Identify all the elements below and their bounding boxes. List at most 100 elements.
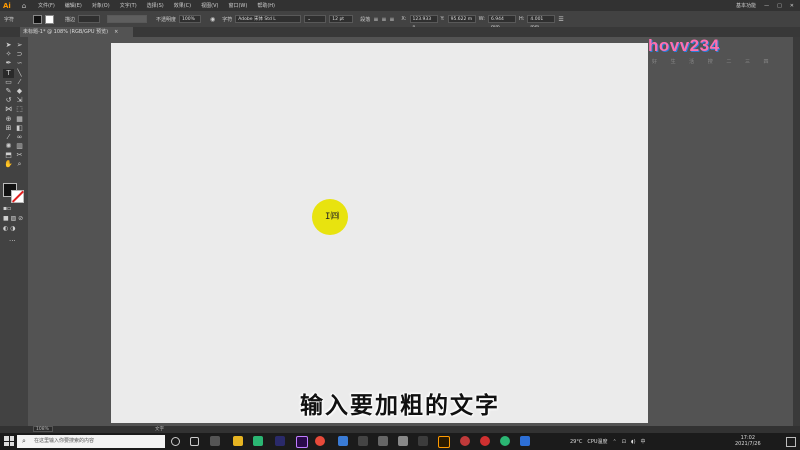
premiere-icon[interactable] xyxy=(296,436,308,448)
fill-swatch[interactable] xyxy=(33,14,42,24)
font-style-field[interactable]: ⌄ xyxy=(304,15,327,23)
ime-indicator[interactable]: 中 xyxy=(641,438,646,445)
file-explorer-icon[interactable] xyxy=(233,436,243,446)
rotate-tool-icon[interactable]: ↺ xyxy=(3,96,14,105)
tool-label: 字符 xyxy=(4,16,15,23)
taskbar-app-icon[interactable] xyxy=(253,436,263,446)
minimize-icon[interactable]: — xyxy=(764,3,769,9)
stroke-swatch[interactable] xyxy=(45,14,54,24)
taskbar-app-icon[interactable] xyxy=(520,436,530,446)
more-tools-icon[interactable]: ··· xyxy=(9,237,16,245)
font-family-field[interactable]: Adobe 宋体 Std L xyxy=(235,15,302,23)
taskbar-app-icon[interactable] xyxy=(460,436,470,446)
para-label[interactable]: 段落 xyxy=(360,16,370,23)
menu-object[interactable]: 对象(O) xyxy=(92,2,110,9)
taskbar-app-icon[interactable] xyxy=(398,436,408,446)
more-options-icon[interactable]: ☰ xyxy=(558,16,563,23)
x-field[interactable]: 123.933 n xyxy=(409,15,438,30)
direct-selection-tool-icon[interactable]: ➢ xyxy=(14,41,25,50)
h-field[interactable]: 4.001 mm xyxy=(527,15,556,30)
scale-tool-icon[interactable]: ⇲ xyxy=(14,96,25,105)
notifications-icon[interactable] xyxy=(786,437,796,447)
taskbar-app-icon[interactable] xyxy=(358,436,368,446)
menu-help[interactable]: 帮助(H) xyxy=(257,2,275,9)
align-right-icon[interactable]: ≡ xyxy=(389,16,394,23)
hand-tool-icon[interactable]: ✋ xyxy=(3,160,14,169)
symbol-sprayer-tool-icon[interactable]: ✺ xyxy=(3,142,14,151)
shape-builder-tool-icon[interactable]: ⊕ xyxy=(3,115,14,124)
curvature-tool-icon[interactable]: ∽ xyxy=(14,59,25,68)
width-tool-icon[interactable]: ⋈ xyxy=(3,105,14,114)
menu-file[interactable]: 文件(F) xyxy=(38,2,55,9)
color-mode-icons[interactable]: ■ ▨ ⊘ xyxy=(3,215,23,222)
taskbar-app-icon[interactable] xyxy=(418,436,428,446)
artboard[interactable] xyxy=(111,43,648,423)
document-tab[interactable]: 未标题-1* @ 108% (RGB/GPU 预览) × xyxy=(20,27,133,37)
y-field[interactable]: 95.622 m xyxy=(447,15,476,23)
stroke-weight-field[interactable] xyxy=(78,15,101,23)
rectangle-tool-icon[interactable]: ▭ xyxy=(3,78,14,87)
align-left-icon[interactable]: ≡ xyxy=(373,16,378,23)
taskbar-app-icon[interactable] xyxy=(275,436,285,446)
tray-chevron-icon[interactable]: ⌃ xyxy=(613,439,617,445)
font-size-field[interactable]: 12 pt xyxy=(329,15,354,23)
taskbar-app-icon[interactable] xyxy=(480,436,490,446)
zoom-field[interactable]: 108% xyxy=(33,426,53,432)
taskbar-app-icon[interactable] xyxy=(210,436,220,446)
perspective-grid-tool-icon[interactable]: ▦ xyxy=(14,115,25,124)
windows-start-icon[interactable] xyxy=(4,436,14,446)
cpu-temp-label[interactable]: CPU温度 xyxy=(587,438,607,445)
weather-temp[interactable]: 29°C xyxy=(570,439,582,445)
opacity-field[interactable]: 100% xyxy=(179,15,202,23)
wechat-icon[interactable] xyxy=(500,436,510,446)
w-field[interactable]: 6.944 mm xyxy=(487,15,516,30)
menu-view[interactable]: 视图(V) xyxy=(201,2,218,9)
taskbar-app-icon[interactable] xyxy=(378,436,388,446)
selection-tool-icon[interactable]: ➤ xyxy=(3,41,14,50)
paintbrush-tool-icon[interactable]: ⁄ xyxy=(14,78,25,87)
eyedropper-tool-icon[interactable]: ⁄ xyxy=(3,133,14,142)
taskbar-app-icon[interactable] xyxy=(338,436,348,446)
line-tool-icon[interactable]: ╲ xyxy=(14,69,25,78)
menu-window[interactable]: 窗口(W) xyxy=(228,2,247,9)
home-icon[interactable]: ⌂ xyxy=(15,2,33,10)
maximize-icon[interactable]: □ xyxy=(777,3,782,9)
taskbar-clock[interactable]: 17:02 2021/7/26 xyxy=(735,435,761,447)
pen-tool-icon[interactable]: ✒ xyxy=(3,59,14,68)
lasso-tool-icon[interactable]: ⊃ xyxy=(14,50,25,59)
close-tab-icon[interactable]: × xyxy=(114,29,118,35)
graph-tool-icon[interactable]: ▥ xyxy=(14,142,25,151)
task-view-icon[interactable] xyxy=(190,437,199,446)
magic-wand-tool-icon[interactable]: ✧ xyxy=(3,50,14,59)
default-colors-icon[interactable]: ▪▫ xyxy=(3,205,11,212)
menu-type[interactable]: 文字(T) xyxy=(120,2,137,9)
align-center-icon[interactable]: ≡ xyxy=(381,16,386,23)
brush-field[interactable] xyxy=(107,15,148,23)
mesh-tool-icon[interactable]: ⊞ xyxy=(3,124,14,133)
draw-mode-icons[interactable]: ◐ ◑ xyxy=(3,225,15,232)
cortana-icon[interactable] xyxy=(171,437,180,446)
char-label[interactable]: 字符 xyxy=(222,16,232,23)
blend-tool-icon[interactable]: ∞ xyxy=(14,133,25,142)
type-tool-icon[interactable]: T xyxy=(3,68,14,78)
slice-tool-icon[interactable]: ✂ xyxy=(14,151,25,160)
close-icon[interactable]: ✕ xyxy=(790,3,794,9)
shaper-tool-icon[interactable]: ✎ xyxy=(3,87,14,96)
gradient-tool-icon[interactable]: ◧ xyxy=(14,124,25,133)
illustrator-icon[interactable] xyxy=(438,436,450,448)
style-icon[interactable]: ◉ xyxy=(210,16,215,23)
volume-icon[interactable]: ◖) xyxy=(631,439,636,445)
menu-edit[interactable]: 编辑(E) xyxy=(65,2,82,9)
chrome-icon[interactable] xyxy=(315,436,325,446)
workspace-switcher[interactable]: 基本功能 xyxy=(736,2,756,9)
network-icon[interactable]: ⊡ xyxy=(622,439,626,445)
eraser-tool-icon[interactable]: ◆ xyxy=(14,87,25,96)
right-panel-dock[interactable] xyxy=(793,37,800,426)
menu-effect[interactable]: 效果(C) xyxy=(174,2,191,9)
y-label: Y: xyxy=(440,16,445,22)
free-transform-tool-icon[interactable]: ⬚ xyxy=(14,105,25,114)
stroke-color-box[interactable] xyxy=(11,190,24,203)
zoom-tool-icon[interactable]: ⌕ xyxy=(14,160,25,169)
menu-select[interactable]: 选择(S) xyxy=(147,2,164,9)
taskbar-search-box[interactable]: ⌕ 在这里输入你要搜索的内容 xyxy=(17,435,165,448)
